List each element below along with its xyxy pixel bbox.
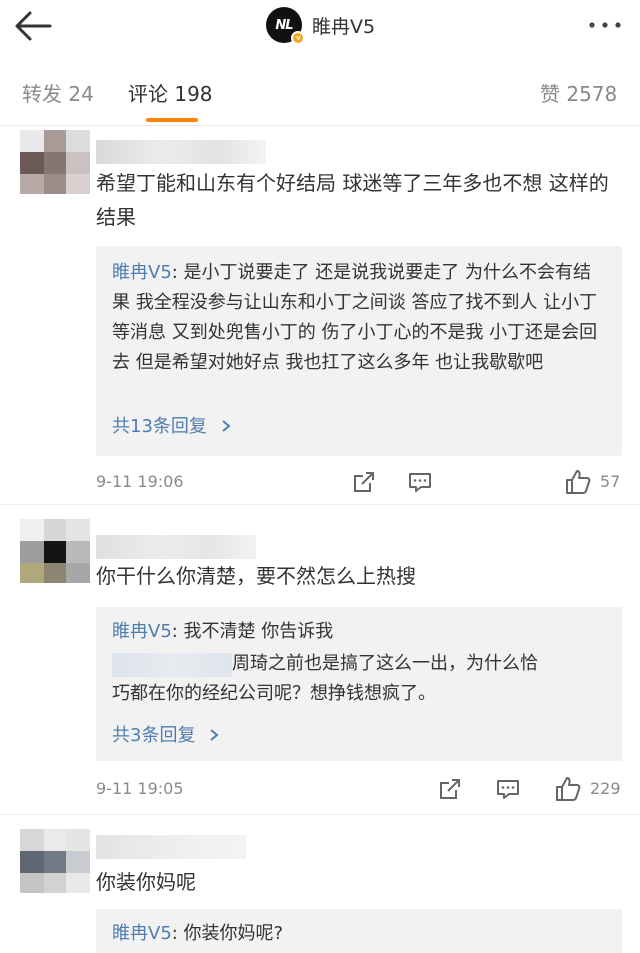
account-logo: NL v xyxy=(266,7,305,45)
comment-meta: 9-11 19:05 229 xyxy=(96,775,626,805)
share-icon xyxy=(354,472,374,492)
comment-icon xyxy=(409,473,431,492)
comment-text: 你装你妈呢 xyxy=(96,870,196,894)
reply-text-second: 周琦之前也是搞了这么一出，为什么恰 xyxy=(232,653,538,674)
more-replies-link[interactable]: 共3条回复 xyxy=(112,721,221,747)
reply-button[interactable] xyxy=(494,775,522,803)
share-button[interactable] xyxy=(436,775,464,803)
blurred-username[interactable] xyxy=(96,535,256,559)
thumbs-up-icon xyxy=(556,777,581,801)
blurred-reply-username[interactable] xyxy=(112,653,232,677)
reply-text: : 是小丁说要走了 还是说我说要走了 为什么不会有结果 我全程没参与让山东和小丁… xyxy=(112,262,598,373)
share-icon xyxy=(440,779,460,799)
comment-time: 9-11 19:05 xyxy=(96,779,184,798)
avatar[interactable] xyxy=(20,519,90,583)
reply-button[interactable] xyxy=(406,468,434,496)
more-replies-label: 共13条回复 xyxy=(112,416,207,437)
share-button[interactable] xyxy=(350,468,378,496)
reply-text: : 我不清楚 你告诉我 xyxy=(171,621,334,642)
page-title: 睢冉V5 xyxy=(312,15,376,38)
reply-text: : 你装你妈呢? xyxy=(171,923,284,944)
thumbs-up-icon xyxy=(566,470,591,494)
chevron-right-icon xyxy=(210,729,219,741)
reply-text-second-continued: 巧都在你的经纪公司呢？想挣钱想疯了。 xyxy=(112,683,436,704)
back-arrow-icon xyxy=(15,11,52,41)
blurred-username[interactable] xyxy=(96,140,266,164)
comment-meta: 9-11 19:06 57 xyxy=(96,468,626,498)
tab-likes[interactable]: 赞 2578 xyxy=(540,78,617,107)
reply-author[interactable]: 睢冉V5 xyxy=(112,262,172,283)
tab-repost[interactable]: 转发 24 xyxy=(22,78,94,107)
tab-comments[interactable]: 评论 198 xyxy=(128,78,213,107)
more-button[interactable] xyxy=(586,15,626,35)
reply-author[interactable]: 睢冉V5 xyxy=(112,923,172,944)
reply-author[interactable]: 睢冉V5 xyxy=(112,621,172,642)
chevron-right-icon xyxy=(222,420,231,432)
like-count: 57 xyxy=(600,472,621,491)
reply-box[interactable]: 睢冉V5: 你装你妈呢? xyxy=(96,909,622,953)
verified-badge-icon: v xyxy=(291,31,305,45)
active-tab-indicator xyxy=(146,118,198,122)
reply-content: 睢冉V5: 你装你妈呢? xyxy=(112,919,606,949)
reply-content: 睢冉V5: 是小丁说要走了 还是说我说要走了 为什么不会有结果 我全程没参与让山… xyxy=(112,258,606,378)
like-count: 229 xyxy=(590,779,621,798)
back-button[interactable] xyxy=(10,6,58,46)
like-button[interactable] xyxy=(564,468,592,496)
avatar[interactable] xyxy=(20,130,90,194)
reply-box[interactable]: 睢冉V5: 是小丁说要走了 还是说我说要走了 为什么不会有结果 我全程没参与让山… xyxy=(96,246,622,456)
comment-text: 希望丁能和山东有个好结局 球迷等了三年多也不想 这样的结果 xyxy=(96,171,609,229)
like-button[interactable] xyxy=(554,775,582,803)
divider xyxy=(0,814,640,815)
divider xyxy=(0,504,640,505)
tab-bar: 转发 24 评论 198 赞 2578 xyxy=(0,58,640,126)
more-replies-label: 共3条回复 xyxy=(112,725,196,746)
more-dots-icon xyxy=(589,22,621,28)
reply-box[interactable]: 睢冉V5: 我不清楚 你告诉我 周琦之前也是搞了这么一出，为什么恰 巧都在你的经… xyxy=(96,607,622,761)
account-title[interactable]: NL v 睢冉V5 xyxy=(266,6,376,45)
blurred-username[interactable] xyxy=(96,835,246,859)
comment-icon xyxy=(497,780,519,799)
comment-time: 9-11 19:06 xyxy=(96,472,184,491)
avatar[interactable] xyxy=(20,829,90,893)
reply-content: 睢冉V5: 我不清楚 你告诉我 xyxy=(112,617,606,647)
logo-text: NL xyxy=(275,17,293,33)
more-replies-link[interactable]: 共13条回复 xyxy=(112,412,233,438)
top-bar: NL v 睢冉V5 xyxy=(0,0,640,58)
comment-text: 你干什么你清楚，要不然怎么上热搜 xyxy=(96,564,416,588)
